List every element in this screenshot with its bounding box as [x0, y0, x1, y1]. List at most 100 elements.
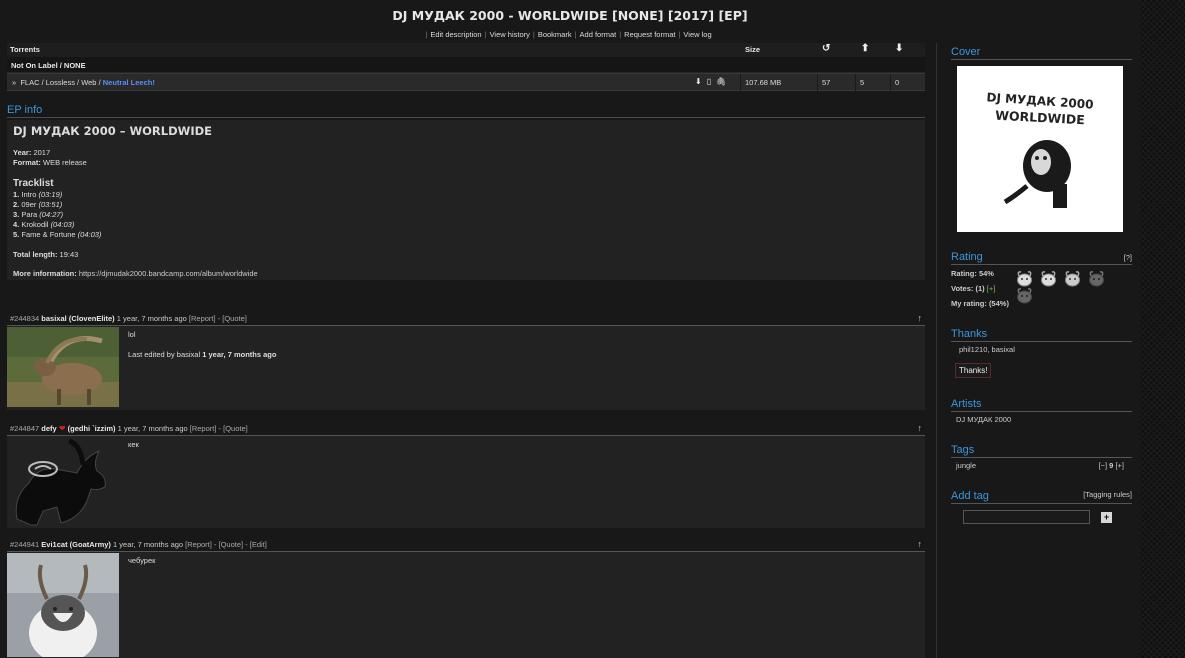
torrent-format-text[interactable]: FLAC / Lossless / Web /	[20, 78, 102, 87]
add-tag-button[interactable]: +	[1101, 511, 1112, 523]
torrents-column-header: Torrents	[10, 45, 40, 54]
my-rating-value: (54%)	[988, 299, 1009, 308]
goat-rating-icon[interactable]	[1039, 270, 1058, 287]
edit-prefix: Last edited by	[128, 350, 175, 359]
cover-illustration	[1003, 140, 1071, 208]
scroll-up-icon[interactable]: ↑	[918, 423, 923, 433]
edit-description-link[interactable]: Edit description	[427, 30, 484, 39]
artists-section: Artists DJ МУДАК 2000	[951, 398, 1132, 427]
total-length-value: 19:43	[59, 250, 79, 259]
size-column-header: Size	[745, 45, 761, 54]
ep-info-box: DJ МУДАК 2000 – WORLDWIDE Year: 2017 For…	[7, 120, 925, 280]
comment-user[interactable]: basixal	[41, 314, 66, 323]
cover-section: Cover DJ МУДАК 2000 WORLDWIDE	[951, 46, 1132, 232]
thanks-section: Thanks phil1210, basixal Thanks!	[951, 328, 1132, 378]
goat-rating-icon[interactable]	[1015, 287, 1034, 304]
report-icon[interactable]: 🖇	[716, 77, 726, 86]
view-log-link[interactable]: View log	[680, 30, 714, 39]
track-item: 3. Para (04:27)	[13, 210, 64, 219]
track-item: 5. Fame & Fortune (04:03)	[13, 230, 102, 239]
track-item: 2. 09er (03:51)	[13, 200, 63, 209]
comment: #244834 basixal (ClovenElite) 1 year, 7 …	[7, 312, 925, 410]
comment: #244941 Evi1cat (GoatArmy) 1 year, 7 mon…	[7, 538, 925, 658]
torrent-size: 107.68 MB	[745, 78, 782, 87]
comment-user-class: (GoatArmy)	[69, 540, 111, 549]
year-label: Year:	[13, 148, 32, 157]
comment-time: 1 year, 7 months ago	[117, 424, 188, 433]
comment-body: lol Last edited by basixal 1 year, 7 mon…	[7, 326, 925, 410]
add-tag-section: Add tag [Tagging rules] +	[951, 490, 1132, 524]
tagging-rules-link[interactable]: [Tagging rules]	[1083, 490, 1132, 499]
add-format-link[interactable]: Add format	[577, 30, 620, 39]
rating-section: Rating [?] Rating: 54% Votes: (1) [+] My …	[951, 251, 1132, 311]
tag-vote-down[interactable]: [−]	[1099, 461, 1108, 470]
comment-id[interactable]: #244941	[10, 540, 39, 549]
comment-body: чебурек	[7, 552, 925, 658]
comment: #244847 defy ❤ (gedhi `izzim) 1 year, 7 …	[7, 422, 925, 528]
comment-id[interactable]: #244834	[10, 314, 39, 323]
tracklist-title: Tracklist	[13, 178, 54, 189]
scroll-up-icon[interactable]: ↑	[918, 539, 923, 549]
artist-link[interactable]: DJ МУДАК 2000	[951, 412, 1132, 427]
comment-user[interactable]: Evi1cat	[41, 540, 67, 549]
format-value: WEB release	[43, 158, 87, 167]
comment-header: #244834 basixal (ClovenElite) 1 year, 7 …	[7, 312, 925, 326]
comment-id[interactable]: #244847	[10, 424, 39, 433]
tag-vote-up[interactable]: [+]	[1115, 461, 1124, 470]
my-rating-label: My rating:	[951, 299, 987, 308]
ep-info-title: EP info	[7, 104, 925, 118]
goat-rating-icon[interactable]	[1015, 270, 1034, 287]
comment-user-class: (ClovenElite)	[68, 314, 115, 323]
bookmark-link[interactable]: Bookmark	[535, 30, 575, 39]
background-pattern	[1140, 0, 1185, 658]
comment-time: 1 year, 7 months ago	[113, 540, 184, 549]
cover-title: Cover	[951, 46, 1132, 60]
more-info-link[interactable]: https://djmudak2000.bandcamp.com/album/w…	[79, 269, 258, 278]
request-format-link[interactable]: Request format	[621, 30, 678, 39]
freeleech-token-icon[interactable]: ▯	[707, 77, 711, 86]
total-length-label: Total length:	[13, 250, 58, 259]
comment-header: #244941 Evi1cat (GoatArmy) 1 year, 7 mon…	[7, 538, 925, 552]
download-icon[interactable]: ⬇	[695, 77, 702, 86]
avatar	[7, 327, 119, 407]
add-tag-input[interactable]	[963, 510, 1090, 524]
torrent-format[interactable]: » FLAC / Lossless / Web / Neutral Leech!	[12, 78, 155, 87]
comment-links[interactable]: [Report] - [Quote]	[189, 314, 247, 323]
add-tag-title: Add tag [Tagging rules]	[951, 490, 1132, 504]
expand-bullet[interactable]: »	[12, 78, 16, 87]
votes-add-link[interactable]: [+]	[987, 284, 996, 293]
comment-links[interactable]: [Report] - [Quote]	[190, 424, 248, 433]
year-value: 2017	[33, 148, 51, 157]
comment-links[interactable]: [Report] - [Quote] - [Edit]	[185, 540, 267, 549]
torrent-table: Torrents Size ↺ ⬆ ⬇ Not On Label / NONE …	[7, 43, 925, 91]
heart-icon: ❤	[58, 424, 66, 433]
comment-text: чебурек	[128, 556, 156, 565]
ep-info-section: EP info DJ МУДАК 2000 – WORLDWIDE Year: …	[7, 104, 925, 280]
comment-user[interactable]: defy	[41, 424, 56, 433]
torrent-snatches: 57	[822, 78, 831, 87]
cover-image[interactable]: DJ МУДАК 2000 WORLDWIDE	[957, 66, 1123, 232]
votes-value: (1)	[975, 284, 985, 293]
seeders-icon: ⬆	[861, 43, 870, 54]
thanks-button[interactable]: Thanks!	[955, 363, 992, 378]
rating-value: 54%	[978, 269, 994, 278]
scroll-up-icon[interactable]: ↑	[918, 313, 923, 323]
rating-goats	[1015, 270, 1132, 304]
torrent-table-header: Torrents Size ↺ ⬆ ⬇	[7, 43, 925, 57]
goat-rating-icon[interactable]	[1087, 270, 1106, 287]
rating-help-link[interactable]: [?]	[1124, 253, 1132, 262]
votes-label: Votes:	[951, 284, 974, 293]
track-item: 1. Intro (03:19)	[13, 190, 63, 199]
edit-user[interactable]: basixal	[177, 350, 200, 359]
thanks-users[interactable]: phil1210, basixal	[951, 344, 1132, 356]
comment-user-class: (gedhi `izzim)	[67, 424, 116, 433]
tags-section: Tags jungle [−] 9 [+]	[951, 444, 1132, 473]
tag-link[interactable]: jungle	[956, 461, 976, 470]
comment-text: кек	[128, 440, 139, 449]
torrent-leechers: 0	[895, 78, 900, 87]
rating-label: Rating:	[951, 269, 977, 278]
goat-rating-icon[interactable]	[1063, 270, 1082, 287]
view-history-link[interactable]: View history	[487, 30, 533, 39]
artists-title: Artists	[951, 398, 1132, 412]
torrent-row[interactable]: » FLAC / Lossless / Web / Neutral Leech!…	[7, 73, 925, 91]
